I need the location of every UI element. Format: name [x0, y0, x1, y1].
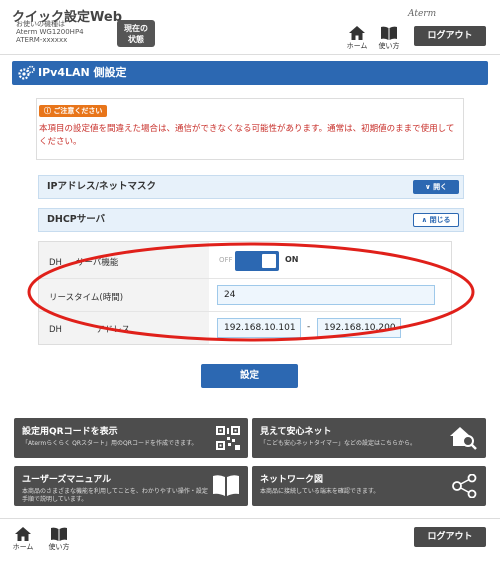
header: クイック設定Web お使いの機種は Aterm WG1200HP4 ATERM-…: [0, 0, 500, 55]
home-icon: [15, 527, 31, 541]
accordion-ip-netmask[interactable]: IPアドレス/ネットマスク ∨ 開く: [38, 175, 464, 199]
help-button[interactable]: 使い方: [376, 26, 402, 51]
device-name: ATERM-xxxxxx: [16, 36, 68, 44]
footer-home-button[interactable]: ホーム: [10, 527, 36, 552]
mieru-anshin-card[interactable]: 見えて安心ネット 「こども安心ネットタイマー」などの設定はこちらから。: [252, 418, 486, 458]
card-desc: 「こども安心ネットタイマー」などの設定はこちらから。: [260, 440, 417, 447]
book-icon: [381, 26, 397, 40]
chevron-up-icon: ∧: [421, 216, 428, 224]
section-title: IPv4LAN 側設定: [38, 66, 127, 79]
annotation-ellipse: [27, 242, 475, 342]
home-button[interactable]: ホーム: [344, 26, 370, 51]
close-button[interactable]: ∧ 閉じる: [413, 213, 459, 227]
network-map-card[interactable]: ネットワーク図 本商品に接続している端末を確認できます。: [252, 466, 486, 506]
brand-logo: Aterm: [408, 9, 437, 19]
section-title-bar: IPv4LAN 側設定: [12, 61, 488, 85]
caution-badge: ⓘ ご注意ください: [39, 105, 108, 117]
book-icon: [213, 475, 239, 496]
card-desc: 本商品に接続している端末を確認できます。: [260, 488, 380, 495]
accordion-dhcp-server[interactable]: DHCPサーバ ∧ 閉じる: [38, 208, 464, 232]
device-caption: お使いの機種は: [16, 20, 65, 28]
info-icon: ⓘ: [44, 107, 51, 115]
gear-icon: [18, 65, 35, 80]
caution-box: ⓘ ご注意ください 本項目の設定値を間違えた場合は、通信ができなくなる可能性があ…: [36, 98, 464, 160]
device-model: Aterm WG1200HP4: [16, 28, 84, 36]
submit-button[interactable]: 設定: [201, 364, 298, 388]
card-desc: 「Atermらくらく QRスタート」用のQRコードを作成できます。: [22, 440, 198, 447]
accordion-label: DHCPサーバ: [47, 214, 106, 225]
card-title: ユーザーズマニュアル: [22, 475, 112, 485]
current-status-button[interactable]: 現在の 状態: [117, 20, 155, 47]
qr-code-card[interactable]: 設定用QRコードを表示 「Atermらくらく QRスタート」用のQRコードを作成…: [14, 418, 248, 458]
user-manual-card[interactable]: ユーザーズマニュアル 本商品のさまざまな機能を利用してことを、わかりやすい操作・…: [14, 466, 248, 506]
home-icon: [349, 26, 365, 40]
logout-button[interactable]: ログアウト: [414, 26, 486, 46]
home-search-icon: [450, 427, 477, 450]
open-button[interactable]: ∨ 開く: [413, 180, 459, 194]
card-title: 見えて安心ネット: [260, 427, 332, 437]
chevron-down-icon: ∨: [424, 183, 431, 191]
footer-help-button[interactable]: 使い方: [46, 527, 72, 552]
footer: ホーム 使い方 ログアウト: [0, 518, 500, 566]
qr-code-icon: [216, 426, 240, 450]
caution-text: 本項目の設定値を間違えた場合は、通信ができなくなる可能性があります。通常は、初期…: [39, 124, 455, 147]
accordion-label: IPアドレス/ネットマスク: [47, 181, 156, 192]
book-icon: [51, 527, 67, 541]
footer-logout-button[interactable]: ログアウト: [414, 527, 486, 547]
card-title: ネットワーク図: [260, 475, 324, 485]
share-icon: [452, 474, 477, 498]
card-title: 設定用QRコードを表示: [22, 427, 118, 437]
device-info: お使いの機種は Aterm WG1200HP4 ATERM-xxxxxx: [16, 20, 84, 44]
card-desc: 本商品のさまざまな機能を利用してことを、わかりやすい操作・設定手順で説明していま…: [22, 488, 208, 503]
